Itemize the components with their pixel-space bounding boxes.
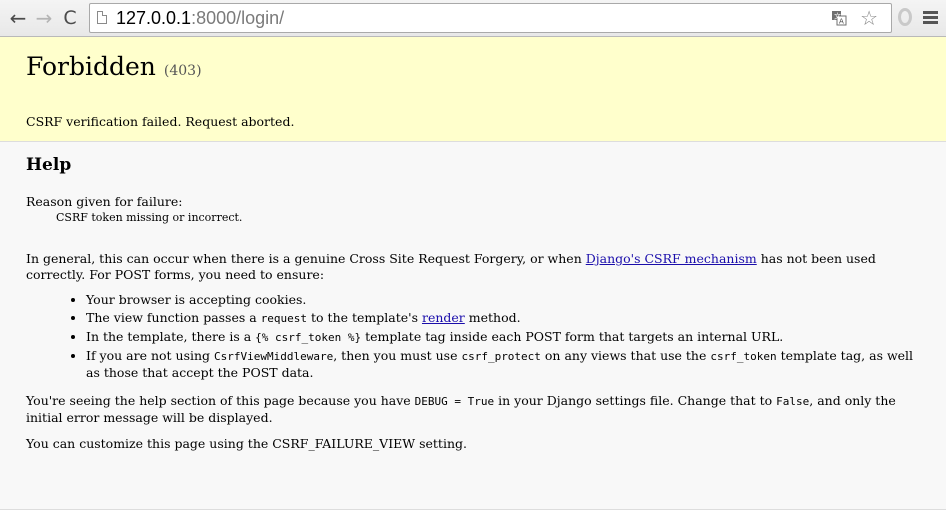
help-section: Help Reason given for failure: CSRF toke…: [0, 142, 946, 510]
list-item: If you are not using CsrfViewMiddleware,…: [86, 348, 920, 381]
translate-icon[interactable]: 文 A: [832, 11, 847, 26]
page-icon: [97, 11, 107, 24]
url-path: :8000/login/: [191, 8, 285, 28]
bookmark-star-icon[interactable]: ☆: [860, 6, 878, 30]
url-host: 127.0.0.1: [116, 8, 192, 28]
svg-text:A: A: [839, 18, 844, 26]
customize-paragraph: You can customize this page using the CS…: [26, 436, 467, 451]
b3-before: In the template, there is a: [86, 329, 256, 344]
help-heading: Help: [26, 155, 72, 175]
code-false: False: [776, 395, 810, 408]
error-summary: Forbidden (403) CSRF verification failed.…: [0, 37, 946, 142]
reload-icon[interactable]: C: [58, 6, 82, 30]
list-item: The view function passes a request to th…: [86, 310, 920, 327]
b2-after: method.: [464, 310, 521, 325]
menu-icon[interactable]: [923, 11, 938, 24]
url-text[interactable]: 127.0.0.1:8000/login/: [116, 7, 284, 29]
b2-before: The view function passes a: [86, 310, 261, 325]
reason-text: CSRF token missing or incorrect.: [56, 211, 243, 224]
intro-text-before: In general, this can occur when there is…: [26, 251, 586, 266]
b4-mid2: on any views that use the: [540, 348, 711, 363]
render-link[interactable]: render: [422, 310, 465, 325]
summary-message: CSRF verification failed. Request aborte…: [26, 114, 295, 129]
status-code: (403): [163, 63, 202, 79]
csrf-mechanism-link[interactable]: Django's CSRF mechanism: [586, 251, 757, 266]
requirements-list: Your browser is accepting cookies. The v…: [26, 292, 920, 381]
debug-paragraph: You're seeing the help section of this p…: [26, 393, 920, 426]
title-text: Forbidden: [26, 52, 156, 81]
code-middleware: CsrfViewMiddleware: [214, 350, 334, 363]
reason-label: Reason given for failure:: [26, 194, 183, 209]
address-bar[interactable]: 127.0.0.1:8000/login/ 文 A ☆: [89, 3, 892, 33]
page-title: Forbidden (403): [26, 50, 920, 88]
debug-mid: in your Django settings file. Change tha…: [494, 393, 777, 408]
list-item: In the template, there is a {% csrf_toke…: [86, 329, 920, 346]
code-csrf-protect: csrf_protect: [461, 350, 541, 363]
b4-mid1: , then you must use: [333, 348, 462, 363]
forward-arrow-icon[interactable]: →: [32, 6, 56, 30]
code-csrf-token-tag: {% csrf_token %}: [255, 331, 362, 344]
b3-after: template tag inside each POST form that …: [361, 329, 784, 344]
b4-before: If you are not using: [86, 348, 215, 363]
code-debug-true: DEBUG = True: [414, 395, 495, 408]
browser-toolbar: ← → C 127.0.0.1:8000/login/ 文 A ☆: [0, 0, 946, 37]
debug-before: You're seeing the help section of this p…: [26, 393, 415, 408]
extension-icon[interactable]: [898, 8, 912, 26]
code-csrf-token: csrf_token: [710, 350, 777, 363]
back-arrow-icon[interactable]: ←: [6, 6, 30, 30]
intro-paragraph: In general, this can occur when there is…: [26, 251, 920, 283]
list-item: Your browser is accepting cookies.: [86, 292, 920, 308]
b2-mid: to the template's: [307, 310, 422, 325]
code-request: request: [260, 312, 308, 325]
